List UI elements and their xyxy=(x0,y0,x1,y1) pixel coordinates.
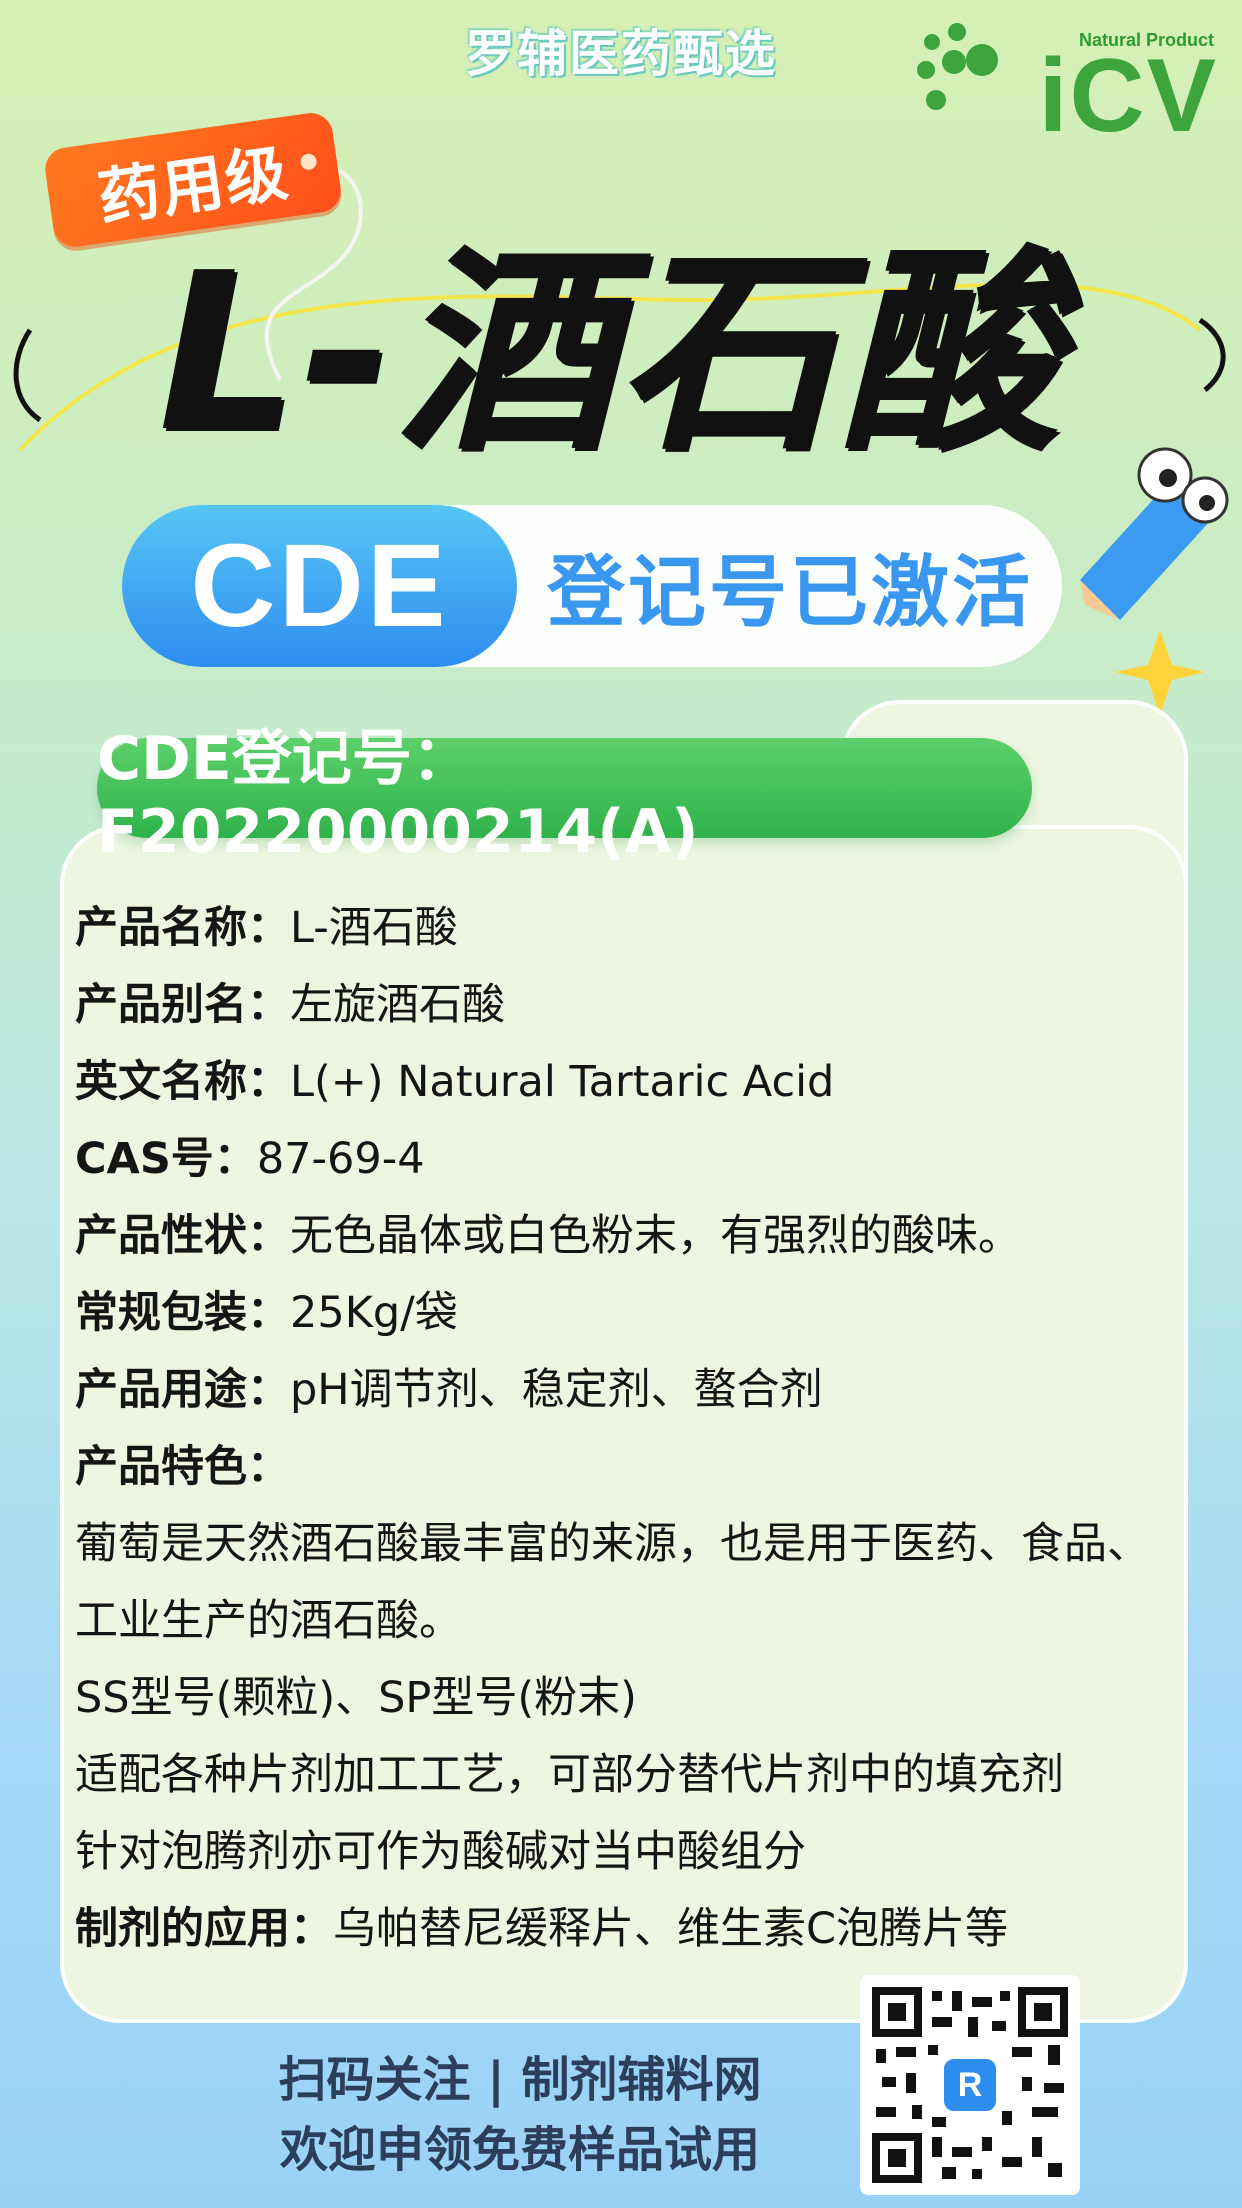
cde-pill: CDE xyxy=(122,505,517,667)
info-row-packaging: 常规包装：25Kg/袋 xyxy=(75,1288,458,1338)
feature-text: 针对泡腾剂亦可作为酸碱对当中酸组分 xyxy=(75,1827,806,1877)
feature-text: SS型号(颗粒)、SP型号(粉末) xyxy=(75,1673,637,1723)
info-row-application: 制剂的应用：乌帕替尼缓释片、维生素C泡腾片等 xyxy=(75,1904,1009,1954)
info-row-english-name: 英文名称：L(+) Natural Tartaric Acid xyxy=(75,1057,835,1107)
brand-logo: Natural Product iCV xyxy=(902,10,1222,150)
cde-status-text: 登记号已激活 xyxy=(546,548,1033,638)
product-info: 产品名称：L-酒石酸 产品别名：左旋酒石酸 英文名称：L(+) Natural … xyxy=(75,890,1185,1968)
info-row-name: 产品名称：L-酒石酸 xyxy=(75,903,458,953)
feature-text: 适配各种片剂加工工艺，可部分替代片剂中的填充剂 xyxy=(75,1750,1064,1800)
mascot-pencil-icon xyxy=(1080,447,1229,620)
cde-registration-badge: CDE登记号：F20220000214(A) xyxy=(97,724,1032,867)
feature-text: 葡萄是天然酒石酸最丰富的来源，也是用于医药、食品、工业生产的酒石酸。 xyxy=(75,1519,1150,1646)
logo-text: iCV xyxy=(1038,38,1218,154)
footer-sample-text: 欢迎申领免费样品试用 xyxy=(279,2122,760,2178)
qr-center-logo: R xyxy=(957,2065,983,2104)
info-row-appearance: 产品性状：无色晶体或白色粉末，有强烈的酸味。 xyxy=(75,1211,1021,1261)
info-row-cas: CAS号：87-69-4 xyxy=(75,1134,425,1184)
info-row-usage: 产品用途：pH调节剂、稳定剂、螯合剂 xyxy=(75,1365,823,1415)
product-title: L-酒石酸 xyxy=(158,227,1062,480)
footer-follow-text: 扫码关注 | 制剂辅料网 xyxy=(278,2052,762,2108)
tag-hole-icon xyxy=(299,152,318,171)
logo-dots-icon xyxy=(917,23,998,110)
qr-code[interactable]: R xyxy=(860,1975,1080,2195)
info-row-alias: 产品别名：左旋酒石酸 xyxy=(75,980,505,1030)
info-row-features: 产品特色： xyxy=(75,1442,290,1492)
